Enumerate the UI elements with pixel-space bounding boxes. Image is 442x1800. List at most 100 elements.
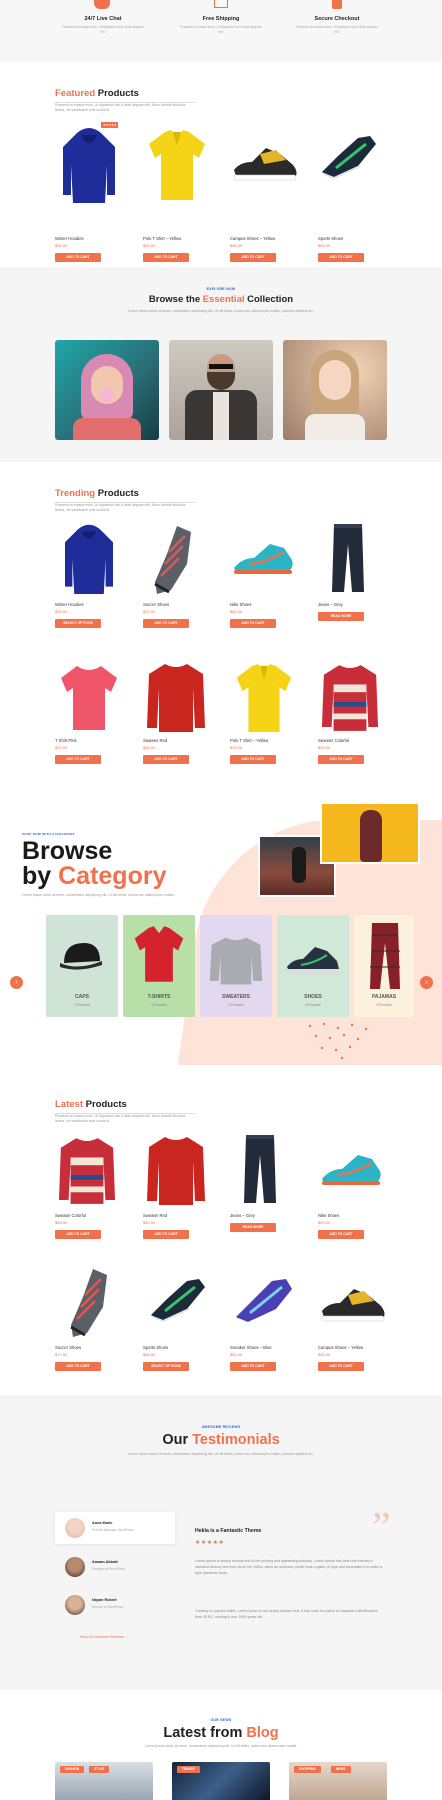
- product-card[interactable]: Sweater Colorful $55.00 ADD TO CART: [318, 658, 393, 778]
- product-name[interactable]: Sweater Colorful: [55, 1213, 86, 1218]
- sports-shoe-image[interactable]: [147, 1275, 207, 1325]
- product-name[interactable]: Sweater Colorful: [318, 738, 349, 743]
- hoodie-image[interactable]: [59, 125, 119, 203]
- sports-shoe-image[interactable]: [318, 132, 378, 182]
- blog-tag[interactable]: SHOPPING: [294, 1766, 321, 1773]
- blog-image-building[interactable]: TRENDS: [172, 1762, 270, 1800]
- product-name[interactable]: T Shirt Pink: [55, 738, 77, 743]
- add-to-cart-button[interactable]: ADD TO CART: [55, 755, 101, 764]
- blog-tag[interactable]: STYLE: [89, 1766, 110, 1773]
- product-name[interactable]: Sweater Red: [143, 1213, 167, 1218]
- colorful-sweater-image[interactable]: [320, 662, 380, 734]
- select-options-button[interactable]: SELECT OPTIONS: [143, 1362, 189, 1371]
- category-card-pajamas[interactable]: PAJAMAS 2 Products: [354, 915, 414, 1017]
- read-more-button[interactable]: READ MORE: [318, 612, 364, 621]
- red-sweater-image[interactable]: [145, 1135, 207, 1207]
- add-to-cart-button[interactable]: ADD TO CART: [318, 1230, 364, 1239]
- add-to-cart-button[interactable]: ADD TO CART: [143, 619, 189, 628]
- category-card-tshirts[interactable]: T-SHIRTS 4 Products: [123, 915, 195, 1017]
- collection-image-bearded-man[interactable]: [169, 340, 273, 440]
- product-name[interactable]: Sneaker Shoes – Blue: [230, 1345, 272, 1350]
- product-card[interactable]: T Shirt Pink $20.00 ADD TO CART: [55, 658, 130, 778]
- product-name[interactable]: Sports Shoes: [143, 1345, 168, 1350]
- product-card[interactable]: Polo T Shirt – Yellow $25.00 ADD TO CART: [143, 122, 218, 262]
- product-name[interactable]: Sweater Red: [143, 738, 167, 743]
- add-to-cart-button[interactable]: ADD TO CART: [55, 253, 101, 262]
- add-to-cart-button[interactable]: ADD TO CART: [230, 619, 276, 628]
- product-card[interactable]: Sneaker Shoes – Blue $80.00 ADD TO CART: [230, 1265, 305, 1385]
- blog-tag[interactable]: TRENDS: [177, 1766, 201, 1773]
- product-card[interactable]: Jeans – Grey READ MORE: [318, 522, 393, 642]
- product-card[interactable]: Soccer Shoes $70.00 ADD TO CART: [55, 1265, 130, 1385]
- polo-shirt-image[interactable]: [234, 662, 294, 734]
- product-card[interactable]: Polo T Shirt – Yellow $25.00 ADD TO CART: [230, 658, 305, 778]
- select-options-button[interactable]: SELECT OPTIONS: [55, 619, 101, 628]
- add-to-cart-button[interactable]: ADD TO CART: [143, 1230, 189, 1239]
- product-name[interactable]: Sports Shoes: [318, 236, 343, 241]
- product-name[interactable]: Nike Shoes: [318, 1213, 339, 1218]
- colorful-sweater-image[interactable]: [57, 1135, 117, 1207]
- add-to-cart-button[interactable]: ADD TO CART: [143, 253, 189, 262]
- product-name[interactable]: Jeans – Grey: [318, 602, 343, 607]
- product-card[interactable]: Sports Shoes $65.00 ADD TO CART: [318, 122, 393, 262]
- product-card[interactable]: Campus Shoes – Yellow $85.00 ADD TO CART: [230, 122, 305, 262]
- jeans-image[interactable]: [240, 1133, 280, 1205]
- blue-sneaker-image[interactable]: [232, 1273, 294, 1327]
- carousel-prev-button[interactable]: ‹: [10, 976, 23, 989]
- product-name[interactable]: Campus Shoes – Yellow: [230, 236, 275, 241]
- product-card[interactable]: Campus Shoes – Yellow $85.00 ADD TO CART: [318, 1265, 393, 1385]
- product-card[interactable]: Jeans – Grey READ MORE: [230, 1133, 305, 1253]
- blog-image-laptop[interactable]: SHOPPING NEWS: [289, 1762, 387, 1800]
- view-all-reviews-link[interactable]: View All Customer Reviews →: [80, 1635, 128, 1639]
- product-name[interactable]: Soccer Shoes: [143, 602, 169, 607]
- yellow-shoe-image[interactable]: [230, 144, 300, 184]
- blog-tag[interactable]: NEWS: [331, 1766, 351, 1773]
- collection-image-woman-bubblegum[interactable]: [55, 340, 159, 440]
- add-to-cart-button[interactable]: ADD TO CART: [230, 253, 276, 262]
- category-card-caps[interactable]: CAPS 3 Products: [46, 915, 118, 1017]
- product-name[interactable]: Soccer Shoes: [55, 1345, 81, 1350]
- category-card-shoes[interactable]: SHOES 6 Products: [277, 915, 349, 1017]
- product-card[interactable]: Sweater Colorful $55.00 ADD TO CART: [55, 1133, 130, 1253]
- carousel-next-button[interactable]: ›: [420, 976, 433, 989]
- category-card-sweaters[interactable]: SWEATERS 3 Products: [200, 915, 272, 1017]
- blog-tag[interactable]: FASHION: [60, 1766, 85, 1773]
- red-sweater-image[interactable]: [145, 662, 207, 734]
- product-card[interactable]: Winter Hoodies $39.00 SELECT OPTIONS: [55, 522, 130, 642]
- add-to-cart-button[interactable]: ADD TO CART: [318, 1362, 364, 1371]
- product-card[interactable]: Nike Shoes $60.00 ADD TO CART: [318, 1133, 393, 1253]
- collection-image-girl[interactable]: [283, 340, 387, 440]
- testimonial-person[interactable]: Amaan Abbott Designer at WordPress: [55, 1553, 175, 1581]
- product-name[interactable]: Jeans – Grey: [230, 1213, 255, 1218]
- add-to-cart-button[interactable]: ADD TO CART: [318, 253, 364, 262]
- nike-shoe-image[interactable]: [230, 538, 296, 578]
- add-to-cart-button[interactable]: ADD TO CART: [230, 755, 276, 764]
- product-name[interactable]: Winter Hoodies: [55, 602, 84, 607]
- product-card[interactable]: Nike Shoes $60.00 ADD TO CART: [230, 522, 305, 642]
- product-name[interactable]: Nike Shoes: [230, 602, 251, 607]
- pink-tshirt-image[interactable]: [59, 664, 119, 732]
- product-card[interactable]: Sweater Red $45.00 ADD TO CART: [143, 1133, 218, 1253]
- hoodie-image[interactable]: [59, 522, 119, 594]
- read-more-button[interactable]: READ MORE: [230, 1223, 276, 1232]
- product-card[interactable]: Sweater Red $45.00 ADD TO CART: [143, 658, 218, 778]
- jeans-image[interactable]: [328, 522, 368, 594]
- testimonial-person-active[interactable]: Anna Marie Product Manager, WordPress: [55, 1512, 175, 1544]
- photo-woman-yellow[interactable]: [320, 802, 420, 864]
- product-card[interactable]: Sports Shoes $65.00 SELECT OPTIONS: [143, 1265, 218, 1385]
- product-card[interactable]: ★★★★★ Winter Hoodies $39.00 ADD TO CART: [55, 122, 130, 262]
- product-card[interactable]: Soccer Shoes $70.00 ADD TO CART: [143, 522, 218, 642]
- add-to-cart-button[interactable]: ADD TO CART: [55, 1230, 101, 1239]
- testimonial-person[interactable]: Nayan Robert Director at WordPress: [55, 1591, 175, 1619]
- add-to-cart-button[interactable]: ADD TO CART: [143, 755, 189, 764]
- product-name[interactable]: Polo T Shirt – Yellow: [143, 236, 181, 241]
- product-name[interactable]: Polo T Shirt – Yellow: [230, 738, 268, 743]
- polo-shirt-image[interactable]: [147, 128, 207, 202]
- add-to-cart-button[interactable]: ADD TO CART: [318, 755, 364, 764]
- soccer-shoe-image[interactable]: [63, 1267, 113, 1339]
- blog-image-city[interactable]: FASHION STYLE: [55, 1762, 153, 1800]
- yellow-shoe-image[interactable]: [318, 1285, 388, 1325]
- nike-shoe-image[interactable]: [318, 1149, 384, 1189]
- product-name[interactable]: Winter Hoodies: [55, 236, 84, 241]
- add-to-cart-button[interactable]: ADD TO CART: [55, 1362, 101, 1371]
